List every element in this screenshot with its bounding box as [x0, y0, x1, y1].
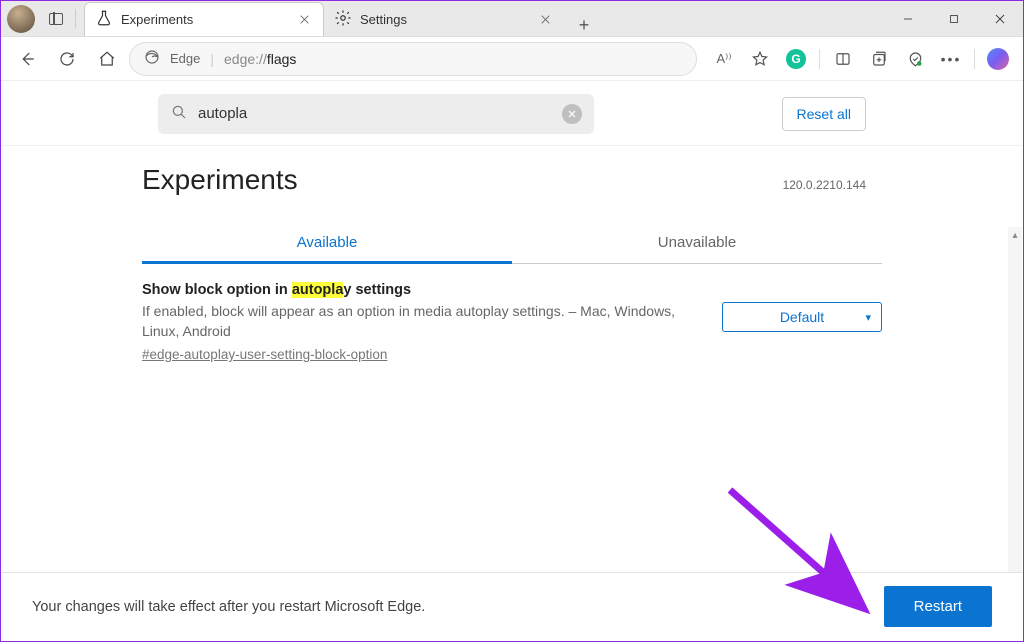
flag-description: If enabled, block will appear as an opti…	[142, 302, 702, 341]
site-identity-label: Edge	[170, 51, 200, 66]
experiment-tabs: Available Unavailable	[142, 224, 882, 264]
url-text: edge://flags	[224, 51, 296, 67]
collections-icon[interactable]	[862, 42, 896, 76]
reset-all-button[interactable]: Reset all	[782, 97, 866, 131]
refresh-button[interactable]	[49, 41, 85, 77]
chevron-down-icon: ▾	[865, 311, 871, 324]
tab-overview-button[interactable]	[41, 1, 71, 36]
edge-logo-icon	[144, 48, 160, 69]
version-label: 120.0.2210.144	[783, 178, 866, 192]
close-icon[interactable]	[536, 10, 554, 28]
tab-available[interactable]: Available	[142, 224, 512, 264]
flag-state-select[interactable]: Default ▾	[722, 302, 882, 332]
read-aloud-icon[interactable]: A⁾⁾	[707, 42, 741, 76]
divider	[819, 49, 820, 69]
flask-icon	[95, 9, 113, 30]
search-input[interactable]	[198, 105, 552, 122]
search-icon	[170, 103, 188, 124]
search-highlight: autopla	[292, 282, 344, 298]
flag-hash-link[interactable]: #edge-autoplay-user-setting-block-option	[142, 347, 387, 362]
copilot-icon[interactable]	[981, 42, 1015, 76]
page-header: Experiments 120.0.2210.144	[2, 146, 1022, 196]
close-icon[interactable]	[295, 11, 313, 29]
divider	[75, 9, 76, 28]
toolbar-right: A⁾⁾ G •••	[701, 42, 1015, 76]
profile-avatar[interactable]	[7, 5, 35, 33]
back-button[interactable]	[9, 41, 45, 77]
flags-search-box[interactable]	[158, 94, 594, 134]
gear-icon	[334, 9, 352, 30]
tab-label: Experiments	[121, 12, 193, 27]
restart-button[interactable]: Restart	[884, 586, 992, 627]
tab-unavailable[interactable]: Unavailable	[512, 224, 882, 263]
tabstrip: Experiments Settings +	[80, 1, 885, 36]
browser-tab-experiments[interactable]: Experiments	[84, 2, 324, 36]
window-titlebar: Experiments Settings +	[1, 1, 1023, 37]
select-value: Default	[780, 309, 824, 325]
divider	[974, 49, 975, 69]
new-tab-button[interactable]: +	[569, 15, 599, 36]
favorite-icon[interactable]	[743, 42, 777, 76]
tab-label: Settings	[360, 12, 407, 27]
restart-message: Your changes will take effect after you …	[32, 599, 425, 615]
home-button[interactable]	[89, 41, 125, 77]
browser-toolbar: Edge | edge://flags A⁾⁾ G •••	[1, 37, 1023, 81]
maximize-button[interactable]	[931, 1, 977, 36]
clear-search-icon[interactable]	[562, 104, 582, 124]
split-screen-icon[interactable]	[826, 42, 860, 76]
flags-search-row: Reset all	[2, 82, 1022, 146]
divider: |	[210, 51, 214, 67]
flag-item: Show block option in autoplay settings I…	[142, 282, 882, 362]
grammarly-icon[interactable]: G	[779, 42, 813, 76]
flag-title: Show block option in autoplay settings	[142, 282, 702, 298]
address-bar[interactable]: Edge | edge://flags	[129, 42, 697, 76]
restart-footer: Your changes will take effect after you …	[2, 572, 1022, 640]
scrollbar[interactable]: ▴	[1008, 227, 1022, 572]
window-controls	[885, 1, 1023, 36]
minimize-button[interactable]	[885, 1, 931, 36]
more-icon[interactable]: •••	[934, 42, 968, 76]
scroll-up-icon[interactable]: ▴	[1008, 227, 1022, 243]
page-content: Reset all Experiments 120.0.2210.144 Ava…	[2, 82, 1022, 640]
close-window-button[interactable]	[977, 1, 1023, 36]
browser-tab-settings[interactable]: Settings	[324, 2, 564, 36]
page-title: Experiments	[142, 164, 298, 196]
performance-icon[interactable]	[898, 42, 932, 76]
